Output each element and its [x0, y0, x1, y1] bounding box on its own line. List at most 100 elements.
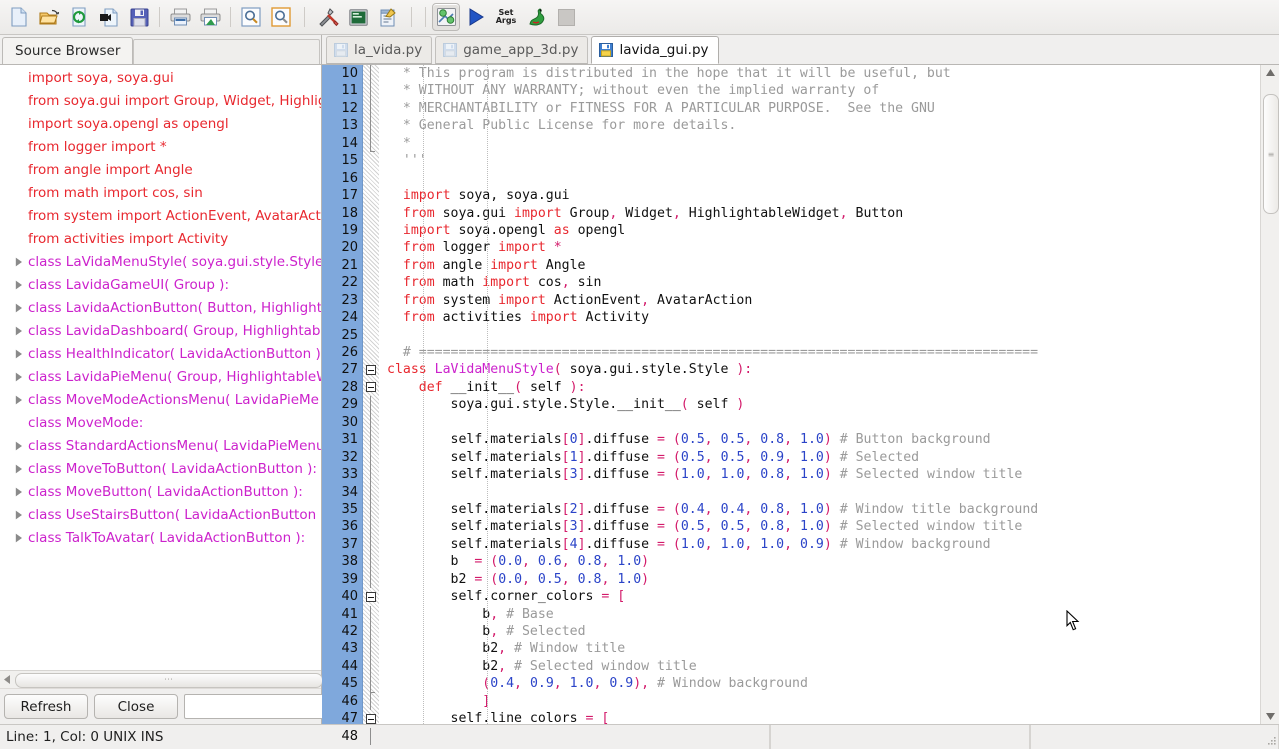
tree-item[interactable]: import soya, soya.gui — [0, 66, 321, 89]
tree-item[interactable]: class LavidaDashboard( Group, Highlighta… — [0, 319, 321, 342]
code-line[interactable]: b, # Selected — [379, 623, 1260, 640]
tree-expand-arrow-icon[interactable] — [10, 349, 28, 359]
code-view[interactable]: * This program is distributed in the hop… — [379, 65, 1260, 724]
hscroll-track[interactable]: ⋯ — [15, 673, 323, 688]
tree-item[interactable]: class HealthIndicator( LavidaActionButto… — [0, 342, 321, 365]
code-line[interactable] — [379, 170, 1260, 187]
code-line[interactable]: from system import ActionEvent, AvatarAc… — [379, 292, 1260, 309]
code-line[interactable]: self.materials[4].diffuse = (1.0, 1.0, 1… — [379, 536, 1260, 553]
code-line[interactable]: from logger import * — [379, 239, 1260, 256]
tree-expand-arrow-icon[interactable] — [10, 464, 28, 474]
fold-marker[interactable] — [363, 588, 379, 605]
code-line[interactable]: self.materials[2].diffuse = (0.4, 0.4, 0… — [379, 501, 1260, 518]
code-line[interactable]: # ======================================… — [379, 344, 1260, 361]
tree-item[interactable]: class MoveButton( LavidaActionButton ): — [0, 480, 321, 503]
tree-expand-arrow-icon[interactable] — [10, 372, 28, 382]
open-folder-icon[interactable] — [35, 3, 63, 31]
vscroll-up-arrow-icon[interactable] — [1262, 65, 1278, 80]
code-line[interactable]: b2, # Window title — [379, 640, 1260, 657]
fold-marker[interactable] — [363, 379, 379, 396]
code-line[interactable]: b, # Base — [379, 606, 1260, 623]
print-icon[interactable] — [166, 3, 194, 31]
refresh-button[interactable]: Refresh — [4, 694, 88, 719]
editor-tab[interactable]: la_vida.py — [326, 36, 433, 64]
tree-item[interactable]: from soya.gui import Group, Widget, High… — [0, 89, 321, 112]
code-line[interactable]: (0.4, 0.9, 1.0, 0.9), # Window backgroun… — [379, 675, 1260, 692]
code-line[interactable]: ] — [379, 693, 1260, 710]
notes-icon[interactable] — [374, 3, 402, 31]
print-preview-icon[interactable] — [196, 3, 224, 31]
tree-item[interactable]: class StandardActionsMenu( LavidaPieMenu — [0, 434, 321, 457]
tab-source-browser[interactable]: Source Browser — [2, 37, 134, 64]
close-button[interactable]: Close — [94, 694, 178, 719]
code-line[interactable] — [379, 414, 1260, 431]
stop-icon[interactable] — [552, 3, 580, 31]
code-line[interactable]: def __init__( self ): — [379, 379, 1260, 396]
tree-expand-arrow-icon[interactable] — [10, 326, 28, 336]
export-file-icon[interactable] — [95, 3, 123, 31]
tree-item[interactable]: class LavidaPieMenu( Group, Highlightabl… — [0, 365, 321, 388]
python-icon[interactable] — [522, 3, 550, 31]
tree-item[interactable]: from math import cos, sin — [0, 181, 321, 204]
tree-item[interactable]: class MoveMode: — [0, 411, 321, 434]
editor-tab[interactable]: game_app_3d.py — [435, 36, 589, 64]
code-line[interactable]: import soya.opengl as opengl — [379, 222, 1260, 239]
fold-collapse-icon[interactable] — [366, 364, 376, 375]
tree-expand-arrow-icon[interactable] — [10, 395, 28, 405]
source-tree-hscrollbar[interactable]: ⋯ — [0, 670, 323, 688]
tree-item[interactable]: from logger import * — [0, 135, 321, 158]
editor-vscrollbar[interactable]: ≡ — [1260, 65, 1279, 724]
vscroll-track[interactable]: ≡ — [1263, 80, 1279, 709]
console-icon[interactable] — [344, 3, 372, 31]
code-line[interactable]: self.materials[3].diffuse = (0.5, 0.5, 0… — [379, 518, 1260, 535]
code-line[interactable]: b2, # Selected window title — [379, 658, 1260, 675]
tree-expand-arrow-icon[interactable] — [10, 303, 28, 313]
code-line[interactable]: from angle import Angle — [379, 257, 1260, 274]
tree-expand-arrow-icon[interactable] — [10, 257, 28, 267]
new-file-icon[interactable] — [5, 3, 33, 31]
fold-collapse-icon[interactable] — [366, 382, 376, 393]
tree-item[interactable]: from angle import Angle — [0, 158, 321, 181]
code-line[interactable]: * — [379, 135, 1260, 152]
tree-item[interactable]: from activities import Activity — [0, 227, 321, 250]
tree-item[interactable]: class TalkToAvatar( LavidaActionButton )… — [0, 526, 321, 549]
source-tree[interactable]: import soya, soya.gui from soya.gui impor… — [0, 65, 321, 670]
hscroll-thumb[interactable]: ⋯ — [15, 673, 323, 688]
code-line[interactable]: self.materials[1].diffuse = (0.5, 0.5, 0… — [379, 449, 1260, 466]
tree-expand-arrow-icon[interactable] — [10, 280, 28, 290]
set-args-button[interactable]: Set Args — [492, 3, 520, 31]
code-line[interactable] — [379, 484, 1260, 501]
tree-item[interactable]: class LavidaActionButton( Button, Highli… — [0, 296, 321, 319]
find-replace-icon[interactable] — [267, 3, 295, 31]
fold-collapse-icon[interactable] — [366, 591, 376, 602]
vscroll-thumb[interactable]: ≡ — [1263, 94, 1279, 214]
window-resize-grip-icon[interactable] — [1265, 736, 1277, 748]
code-line[interactable]: ''' — [379, 152, 1260, 169]
code-line[interactable]: b2 = (0.0, 0.5, 0.8, 1.0) — [379, 571, 1260, 588]
code-line[interactable]: self.line_colors = [ — [379, 710, 1260, 724]
editor-tab[interactable]: lavida_gui.py — [591, 36, 719, 64]
tools-icon[interactable] — [314, 3, 342, 31]
fold-marker[interactable] — [363, 710, 379, 727]
code-line[interactable]: from math import cos, sin — [379, 274, 1260, 291]
tree-item[interactable]: class LaVidaMenuStyle( soya.gui.style.St… — [0, 250, 321, 273]
code-folding-gutter[interactable] — [363, 65, 379, 746]
fold-marker[interactable] — [363, 361, 379, 378]
code-line[interactable]: from soya.gui import Group, Widget, High… — [379, 205, 1260, 222]
code-line[interactable]: soya.gui.style.Style.__init__( self ) — [379, 396, 1260, 413]
tree-item[interactable]: class UseStairsButton( LavidaActionButto… — [0, 503, 321, 526]
code-line[interactable]: * General Public License for more detail… — [379, 117, 1260, 134]
code-line[interactable] — [379, 327, 1260, 344]
code-line[interactable]: self.materials[3].diffuse = (1.0, 1.0, 0… — [379, 466, 1260, 483]
vscroll-down-arrow-icon[interactable] — [1262, 709, 1278, 724]
code-line[interactable]: self.corner_colors = [ — [379, 588, 1260, 605]
tree-expand-arrow-icon[interactable] — [10, 510, 28, 520]
tree-item[interactable]: class LavidaGameUI( Group ): — [0, 273, 321, 296]
debug-icon[interactable] — [432, 3, 460, 31]
tree-item[interactable]: from system import ActionEvent, AvatarAc… — [0, 204, 321, 227]
tree-item[interactable]: class MoveModeActionsMenu( LavidaPieMe — [0, 388, 321, 411]
reload-file-icon[interactable] — [65, 3, 93, 31]
tree-expand-arrow-icon[interactable] — [10, 533, 28, 543]
tree-expand-arrow-icon[interactable] — [10, 441, 28, 451]
code-line[interactable]: b = (0.0, 0.6, 0.8, 1.0) — [379, 553, 1260, 570]
